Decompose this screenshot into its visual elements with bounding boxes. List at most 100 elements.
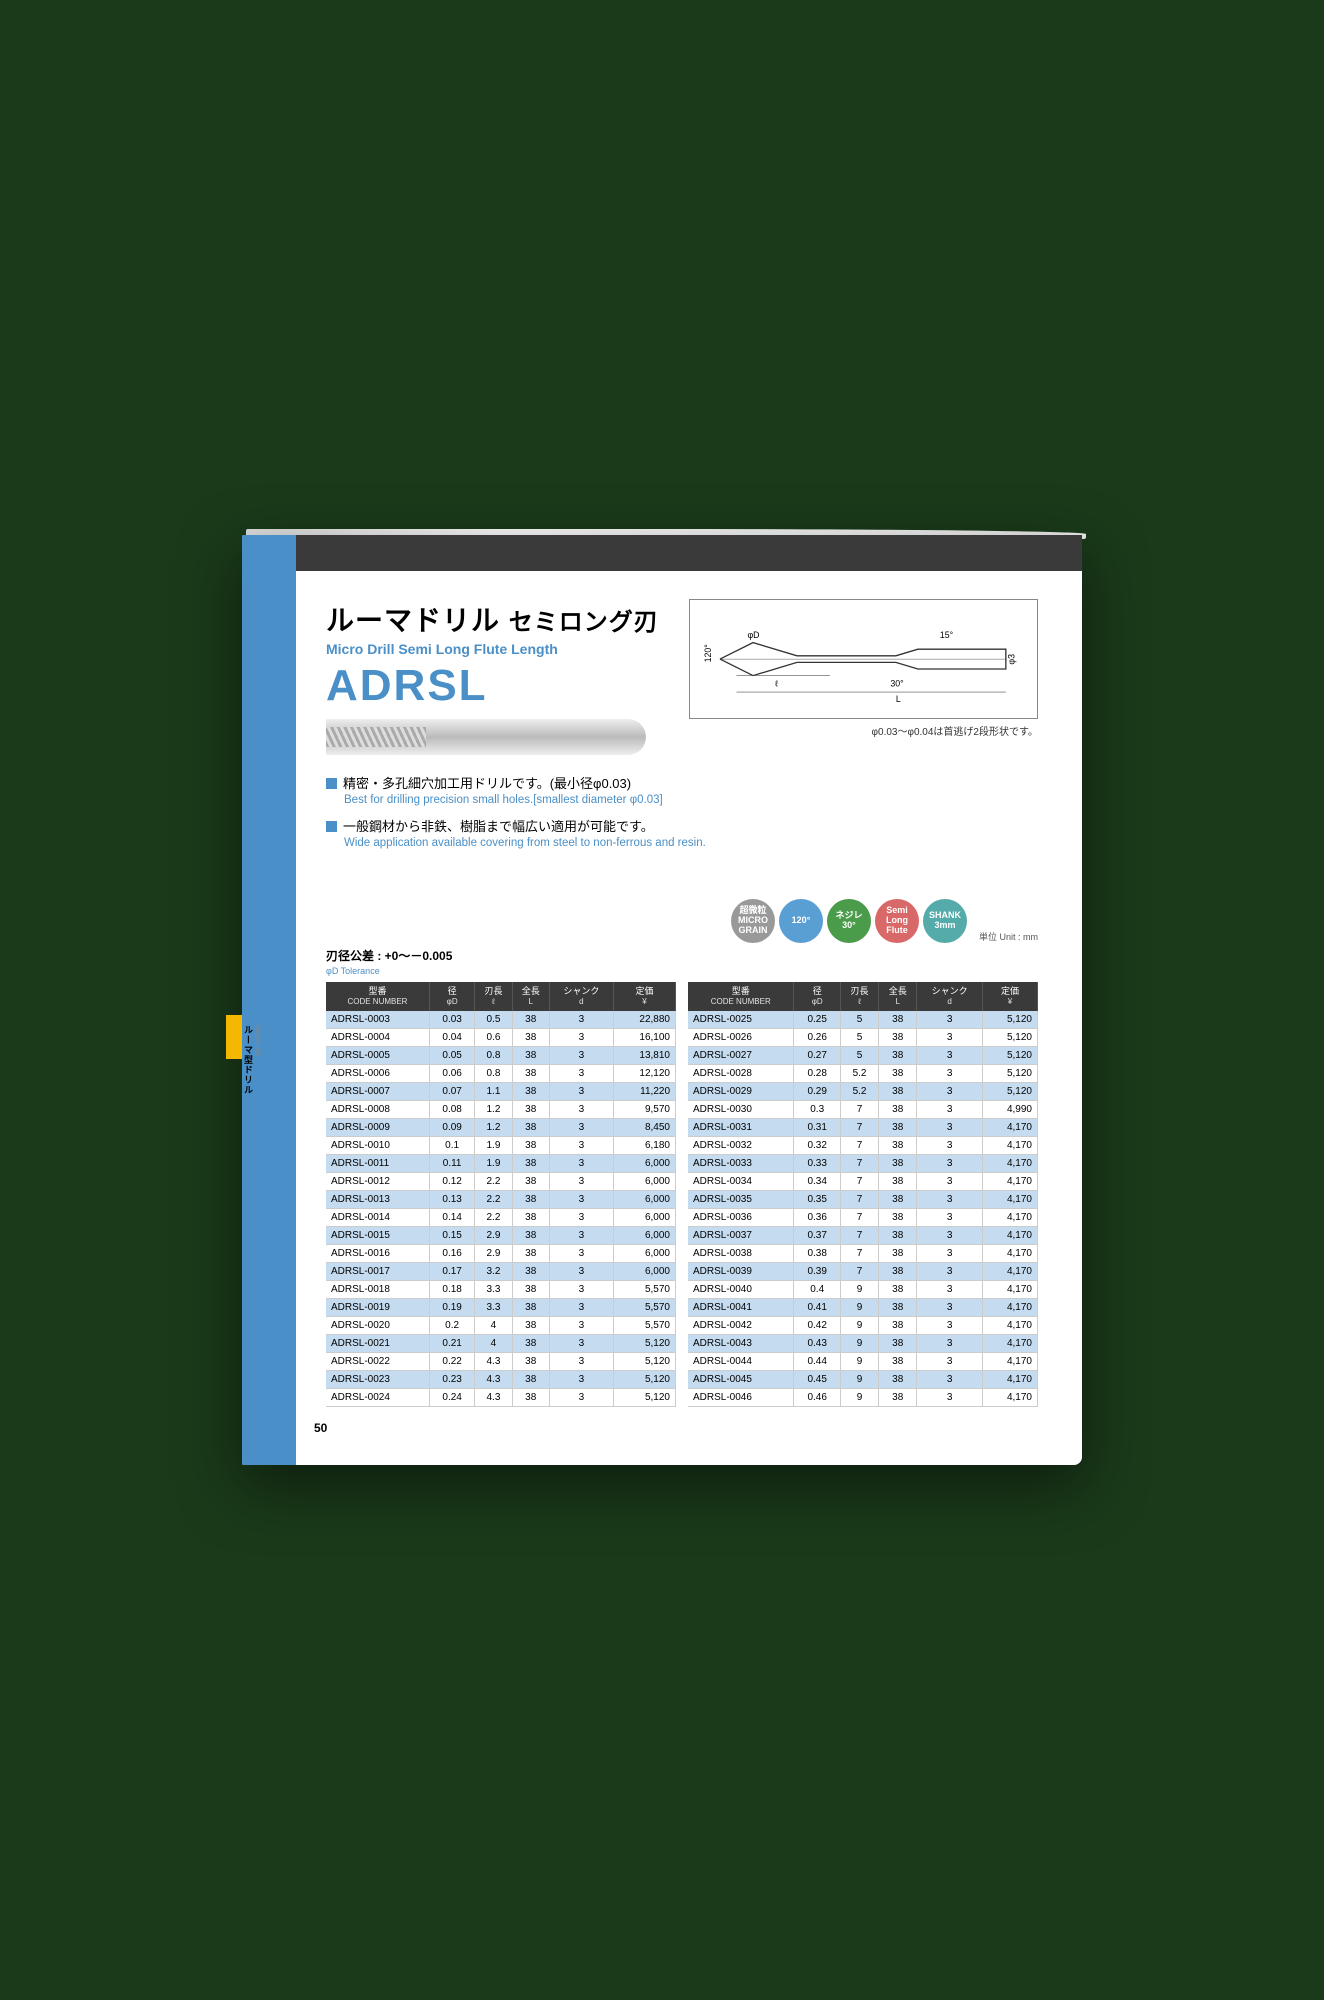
table-cell: 3 [917,1316,983,1334]
table-cell: ADRSL-0015 [326,1226,429,1244]
table-cell: ADRSL-0020 [326,1316,429,1334]
table-cell: 38 [879,1082,917,1100]
table-row: ADRSL-00130.132.23836,000 [326,1190,676,1208]
table-cell: 4,170 [982,1262,1037,1280]
table-cell: 22,880 [613,1011,675,1029]
spec-badges: 超微粒MICRO GRAIN120°ネジレ30°Semi LongFluteSH… [326,899,1038,943]
table-cell: 6,000 [613,1154,675,1172]
table-cell: ADRSL-0011 [326,1154,429,1172]
table-row: ADRSL-00110.111.93836,000 [326,1154,676,1172]
table-cell: 3 [917,1154,983,1172]
diag-neck: 30° [891,679,904,689]
table-cell: 38 [879,1118,917,1136]
table-cell: 0.09 [429,1118,474,1136]
table-cell: 3 [549,1028,613,1046]
table-cell: 4,170 [982,1388,1037,1406]
table-cell: 0.15 [429,1226,474,1244]
diag-phid: φD [748,630,760,640]
table-cell: 0.11 [429,1154,474,1172]
table-cell: 5,120 [982,1046,1037,1064]
table-cell: 4.3 [475,1388,512,1406]
table-cell: ADRSL-0037 [688,1226,794,1244]
table-row: ADRSL-00430.4393834,170 [688,1334,1038,1352]
table-row: ADRSL-00230.234.33835,120 [326,1370,676,1388]
table-cell: 9 [840,1370,878,1388]
spec-badge: 超微粒MICRO GRAIN [731,899,775,943]
table-cell: 3 [549,1352,613,1370]
product-photo [326,719,646,755]
table-cell: 38 [512,1064,549,1082]
table-cell: 3 [917,1370,983,1388]
table-cell: ADRSL-0006 [326,1064,429,1082]
table-cell: 4,170 [982,1208,1037,1226]
table-cell: 3 [549,1172,613,1190]
table-row: ADRSL-00250.2553835,120 [688,1011,1038,1029]
table-cell: ADRSL-0039 [688,1262,794,1280]
table-cell: 0.21 [429,1334,474,1352]
table-cell: 0.12 [429,1172,474,1190]
table-cell: ADRSL-0031 [688,1118,794,1136]
table-cell: 0.5 [475,1011,512,1029]
table-cell: ADRSL-0043 [688,1334,794,1352]
table-cell: 3 [917,1118,983,1136]
tolerance-label-jp: 刃径公差 : +0～－0.005 [326,947,1038,964]
table-cell: 0.22 [429,1352,474,1370]
table-row: ADRSL-00060.060.838312,120 [326,1064,676,1082]
table-cell: 12,120 [613,1064,675,1082]
table-cell: 0.43 [794,1334,841,1352]
table-cell: 38 [512,1118,549,1136]
table-cell: ADRSL-0017 [326,1262,429,1280]
table-row: ADRSL-00150.152.93836,000 [326,1226,676,1244]
table-cell: ADRSL-0025 [688,1011,794,1029]
dimension-diagram: 120° φD ℓ 30° 15° L φ3 [689,599,1038,719]
table-cell: 38 [879,1208,917,1226]
table-row: ADRSL-00120.122.23836,000 [326,1172,676,1190]
table-cell: 0.18 [429,1280,474,1298]
table-cell: 3 [549,1316,613,1334]
table-cell: 38 [512,1136,549,1154]
table-cell: 38 [512,1046,549,1064]
table-cell: ADRSL-0009 [326,1118,429,1136]
table-cell: 0.41 [794,1298,841,1316]
table-row: ADRSL-00420.4293834,170 [688,1316,1038,1334]
spec-badge: 120° [779,899,823,943]
table-cell: ADRSL-0044 [688,1352,794,1370]
table-cell: 0.4 [794,1280,841,1298]
table-row: ADRSL-00220.224.33835,120 [326,1352,676,1370]
table-cell: 38 [879,1046,917,1064]
table-cell: 6,000 [613,1262,675,1280]
table-cell: 6,000 [613,1244,675,1262]
table-cell: 3 [917,1136,983,1154]
table-cell: 0.06 [429,1064,474,1082]
table-cell: 0.46 [794,1388,841,1406]
table-cell: 0.14 [429,1208,474,1226]
table-cell: ADRSL-0026 [688,1028,794,1046]
table-cell: 2.2 [475,1190,512,1208]
table-cell: 0.29 [794,1082,841,1100]
table-cell: 6,000 [613,1190,675,1208]
table-cell: 5.2 [840,1082,878,1100]
table-cell: 3.3 [475,1280,512,1298]
table-cell: 4 [475,1334,512,1352]
table-cell: 0.1 [429,1136,474,1154]
table-cell: 3 [917,1190,983,1208]
table-cell: ADRSL-0036 [688,1208,794,1226]
table-cell: ADRSL-0019 [326,1298,429,1316]
table-cell: 3 [549,1334,613,1352]
table-cell: 6,180 [613,1136,675,1154]
title-sub: セミロング刃 [509,609,659,636]
table-cell: 3 [549,1046,613,1064]
table-cell: 13,810 [613,1046,675,1064]
column-header: 型番CODE NUMBER [688,982,794,1010]
table-cell: 38 [879,1154,917,1172]
table-cell: ADRSL-0040 [688,1280,794,1298]
catalog-page: ルーマ型ドリル Micro Drill ルーマドリル セミロング刃 Micro … [242,535,1082,1464]
column-header: 定価¥ [613,982,675,1010]
table-cell: 3 [549,1082,613,1100]
column-header: 刃長ℓ [840,982,878,1010]
table-cell: 38 [879,1370,917,1388]
table-cell: 6,000 [613,1226,675,1244]
table-cell: 38 [512,1028,549,1046]
table-cell: 4,170 [982,1352,1037,1370]
table-cell: 4,170 [982,1190,1037,1208]
